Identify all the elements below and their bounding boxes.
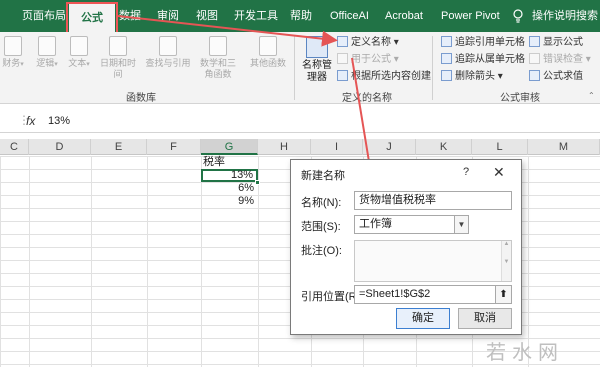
function-library-group-label: 函数库 xyxy=(126,93,156,104)
math-icon xyxy=(209,36,227,56)
show-formulas-icon xyxy=(529,36,540,47)
scope-label: 范围(S): xyxy=(301,221,341,233)
refers-to-value: =Sheet1!$G$2 xyxy=(359,288,431,300)
column-header[interactable]: K xyxy=(416,139,472,155)
lightbulb-icon xyxy=(513,9,523,23)
ribbon-separator xyxy=(432,36,433,100)
defined-names-group-label: 定义的名称 xyxy=(342,93,392,104)
formula-bar: ⋮ fx 13% xyxy=(0,111,600,133)
financial-button[interactable]: 财务▾ xyxy=(0,36,30,70)
tab-page-layout[interactable]: 页面布局 xyxy=(22,7,66,25)
help-icon[interactable]: ? xyxy=(463,166,469,178)
column-header[interactable]: I xyxy=(311,139,363,155)
scope-value: 工作簿 xyxy=(359,218,392,230)
trace-precedents-icon xyxy=(441,36,452,47)
close-icon[interactable]: ✕ xyxy=(493,164,505,181)
define-name-icon xyxy=(337,36,348,47)
text-button[interactable]: 文本▾ xyxy=(62,36,96,70)
create-from-selection-button[interactable]: 根据所选内容创建 xyxy=(337,70,431,84)
trace-dependents-button[interactable]: 追踪从属单元格 xyxy=(441,53,525,67)
logical-icon xyxy=(38,36,56,56)
cell-g4[interactable]: 9% xyxy=(201,195,257,208)
column-header[interactable]: F xyxy=(147,139,201,155)
error-checking-button[interactable]: 错误检查 ▾ xyxy=(529,53,591,67)
tab-acrobat[interactable]: Acrobat xyxy=(385,7,423,25)
more-functions-icon xyxy=(259,36,277,56)
ribbon-tab-bar: 页面布局 公式 数据 审阅 视图 开发工具 帮助 OfficeAI Acroba… xyxy=(0,0,600,32)
ok-button[interactable]: 确定 xyxy=(396,308,450,329)
formula-auditing-group-label: 公式审核 xyxy=(500,93,540,104)
magnifier-icon xyxy=(159,36,177,56)
column-header[interactable]: E xyxy=(91,139,147,155)
gridline xyxy=(258,156,259,367)
formula-bar-value[interactable]: 13% xyxy=(48,115,70,127)
dialog-title: 新建名称 xyxy=(301,170,345,182)
collapse-dialog-icon[interactable]: ⬆ xyxy=(495,286,511,303)
tell-me-search[interactable]: 操作说明搜索 xyxy=(532,7,598,25)
remove-arrows-button[interactable]: 删除箭头 ▾ xyxy=(441,70,503,84)
show-formulas-button[interactable]: 显示公式 xyxy=(529,36,583,50)
text-icon xyxy=(70,36,88,56)
name-manager-icon xyxy=(306,36,328,58)
evaluate-formula-button[interactable]: 公式求值 xyxy=(529,70,583,84)
define-name-button[interactable]: 定义名称 ▾ xyxy=(337,36,399,50)
lookup-reference-button[interactable]: 查找与引用 xyxy=(144,36,192,69)
refers-to-input[interactable]: =Sheet1!$G$2 ⬆ xyxy=(354,285,512,304)
trace-dependents-icon xyxy=(441,53,452,64)
tab-view[interactable]: 视图 xyxy=(196,7,218,25)
cancel-button[interactable]: 取消 xyxy=(458,308,512,329)
comment-textarea[interactable]: ▲ ▼ xyxy=(354,240,512,282)
comment-scrollbar[interactable]: ▲ ▼ xyxy=(501,241,511,281)
new-name-dialog: 新建名称 ? ✕ 名称(N): 货物增值税税率 范围(S): 工作簿 ▼ 批注(… xyxy=(290,159,522,335)
tab-data[interactable]: 数据 xyxy=(119,7,141,25)
column-header[interactable]: C xyxy=(0,139,29,155)
column-header[interactable]: L xyxy=(472,139,528,155)
financial-icon xyxy=(4,36,22,56)
column-headers: C D E F G H I J K L M xyxy=(0,139,600,155)
tab-review[interactable]: 审阅 xyxy=(157,7,179,25)
tab-help[interactable]: 帮助 xyxy=(290,7,312,25)
ribbon-separator xyxy=(294,36,295,100)
evaluate-formula-icon xyxy=(529,70,540,81)
use-in-formula-icon xyxy=(337,53,348,64)
gridline xyxy=(29,156,30,367)
chevron-down-icon[interactable]: ▼ xyxy=(454,216,468,233)
tab-developer[interactable]: 开发工具 xyxy=(234,7,278,25)
watermark: 若水网 xyxy=(486,340,564,364)
error-checking-icon xyxy=(529,53,540,64)
column-header[interactable]: D xyxy=(29,139,91,155)
comment-label: 批注(O): xyxy=(301,245,342,257)
logical-button[interactable]: 逻辑▾ xyxy=(30,36,64,70)
more-functions-button[interactable]: 其他函数 xyxy=(248,36,288,69)
tab-officeai[interactable]: OfficeAI xyxy=(330,7,369,25)
fx-icon[interactable]: fx xyxy=(26,114,35,128)
name-input[interactable]: 货物增值税税率 xyxy=(354,191,512,210)
trace-precedents-button[interactable]: 追踪引用单元格 xyxy=(441,36,525,50)
cell-g2-selected[interactable]: 13% xyxy=(201,169,258,182)
cell-g3[interactable]: 6% xyxy=(201,182,257,195)
ribbon: 财务▾ 逻辑▾ 文本▾ 日期和时间 查找与引用 数学和三角函数 其他函数 函数库… xyxy=(0,32,600,104)
create-from-selection-icon xyxy=(337,70,348,81)
use-in-formula-button[interactable]: 用于公式 ▾ xyxy=(337,53,399,67)
column-header[interactable]: J xyxy=(363,139,416,155)
gridline xyxy=(91,156,92,367)
cell-g1[interactable]: 税率 xyxy=(203,156,257,169)
calendar-icon xyxy=(109,36,127,56)
tab-power-pivot[interactable]: Power Pivot xyxy=(441,7,500,25)
collapse-ribbon-icon[interactable]: ⌃ xyxy=(588,91,595,100)
column-header-selected[interactable]: G xyxy=(201,139,258,155)
gridline xyxy=(147,156,148,367)
tab-formulas[interactable]: 公式 xyxy=(69,4,115,32)
math-trig-button[interactable]: 数学和三角函数 xyxy=(196,36,240,80)
column-header[interactable]: H xyxy=(258,139,311,155)
name-label: 名称(N): xyxy=(301,197,342,209)
remove-arrows-icon xyxy=(441,70,452,81)
name-manager-button[interactable]: 名称管理器 xyxy=(300,36,334,84)
scope-select[interactable]: 工作簿 ▼ xyxy=(354,215,469,234)
date-time-button[interactable]: 日期和时间 xyxy=(96,36,140,80)
column-header[interactable]: M xyxy=(528,139,600,155)
